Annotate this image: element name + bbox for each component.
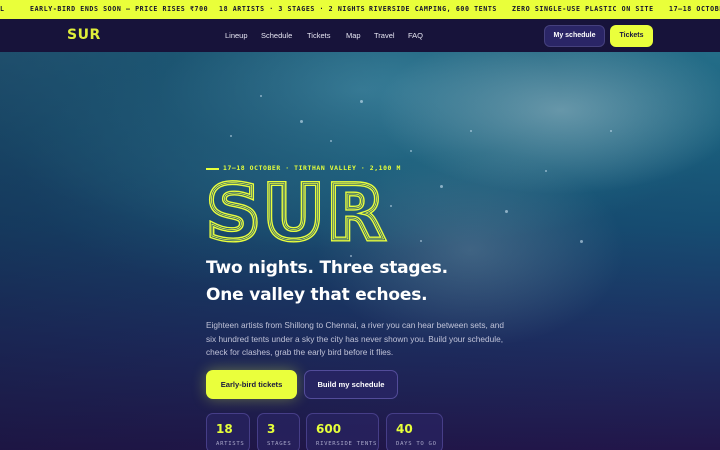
marquee-item: RIVERSIDE CAMPING, 600 TENTS [369,5,497,13]
tickets-button[interactable]: Tickets [610,25,653,47]
stat-label: RIVERSIDE TENTS [316,441,378,447]
stat-card: 600 RIVERSIDE TENTS [306,413,379,450]
hero-title: SUR SUR SUR [204,175,387,250]
nav-link-faq[interactable]: FAQ [408,31,423,40]
early-bird-tickets-button[interactable]: Early-bird tickets [206,370,297,399]
my-schedule-button[interactable]: My schedule [544,25,605,47]
stat-label: STAGES [267,441,292,447]
headline-line-2: One valley that echoes. [206,285,428,305]
marquee-item: EARLY-BIRD ENDS SOON — PRICE RISES ₹700 [30,5,209,13]
eyebrow-dash [206,168,219,170]
marquee-item: ZERO SINGLE-USE PLASTIC ON SITE [512,5,654,13]
marquee-item: 17–18 OCTOBE [669,5,720,13]
build-schedule-button[interactable]: Build my schedule [304,370,398,399]
stat-value: 18 [216,422,233,436]
stat-value: 3 [267,422,276,436]
top-navigation: SUR Lineup Schedule Tickets Map Travel F… [0,19,720,52]
stat-card: 40 DAYS TO GO [386,413,443,450]
nav-link-schedule[interactable]: Schedule [261,31,292,40]
nav-link-lineup[interactable]: Lineup [225,31,248,40]
stat-card: 3 STAGES [257,413,300,450]
stat-value: 40 [396,422,413,436]
hero-title-core: SUR [206,175,387,250]
stat-value: 600 [316,422,342,436]
stat-card: 18 ARTISTS [206,413,250,450]
stat-label: ARTISTS [216,441,245,447]
event-eyebrow: 17–18 OCTOBER · TIRTHAN VALLEY · 2,100 M [223,164,401,172]
marquee-item: 18 ARTISTS · 3 STAGES · 2 NIGHTS [219,5,366,13]
logo[interactable]: SUR [67,27,101,43]
hero-description: Eighteen artists from Shillong to Chenna… [206,320,504,358]
nav-link-map[interactable]: Map [346,31,361,40]
nav-link-travel[interactable]: Travel [374,31,395,40]
nav-link-tickets[interactable]: Tickets [307,31,330,40]
marquee-item: L [0,5,5,13]
announcement-marquee: L EARLY-BIRD ENDS SOON — PRICE RISES ₹70… [0,0,720,19]
headline-line-1: Two nights. Three stages. [206,258,448,278]
stat-label: DAYS TO GO [396,441,437,447]
